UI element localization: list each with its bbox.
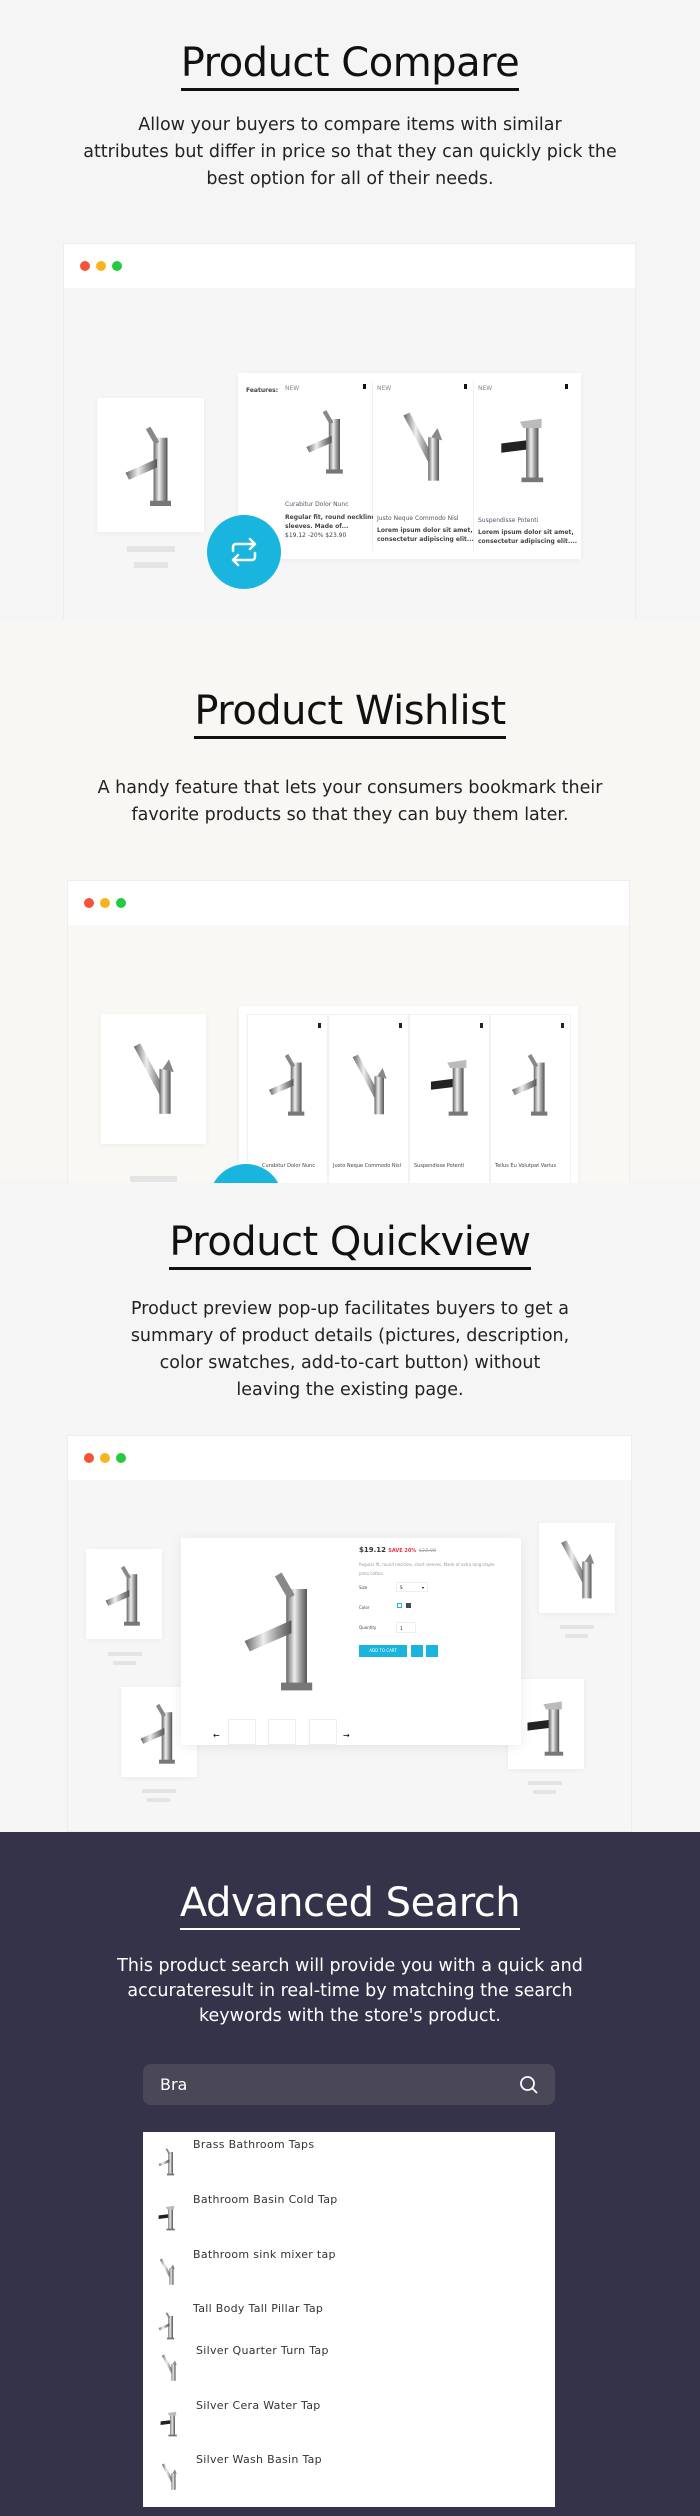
- product-card[interactable]: [86, 1549, 162, 1639]
- short-description: Regular fit, round neckline, short sleev…: [359, 1562, 495, 1576]
- delete-icon[interactable]: [565, 384, 568, 389]
- search-title: Advanced Search: [0, 1880, 700, 1930]
- delete-icon: [399, 1023, 402, 1028]
- wishlist-table: Curabitur Dolor Nunc Justo Neque Commodo…: [239, 1006, 578, 1192]
- faucet-image: [115, 416, 185, 512]
- wishlist-item[interactable]: Justo Neque Commodo Nisl: [328, 1014, 409, 1184]
- delete-icon: [318, 1023, 321, 1028]
- old-price: $23.90: [418, 1548, 437, 1554]
- compare-column[interactable]: NEW Curabitur Dolor Nunc Regular fit, roun…: [281, 381, 398, 551]
- wishlist-item[interactable]: Curabitur Dolor Nunc: [247, 1014, 328, 1184]
- browser-window: ← → $19.12 SAVE 20% $23.90 Regular fit, …: [67, 1435, 632, 1832]
- search-result-item[interactable]: Silver Wash Basin Tap: [143, 2447, 555, 2502]
- quickview-title: Product Quickview: [0, 1219, 700, 1270]
- thumbnail[interactable]: [268, 1719, 296, 1745]
- features-label: Features:: [246, 387, 279, 394]
- quickview-section: Product Quickview Product preview pop-up…: [0, 1183, 700, 1832]
- search-icon[interactable]: [519, 2075, 539, 2095]
- search-results: Brass Bathroom Taps Bathroom Basin Cold …: [143, 2132, 555, 2507]
- search-result-item[interactable]: Silver Cera Water Tap: [143, 2393, 555, 2448]
- search-input[interactable]: Bra: [143, 2064, 555, 2105]
- wishlist-title: Product Wishlist: [0, 688, 700, 739]
- delete-icon[interactable]: [464, 384, 467, 389]
- wishlist-item[interactable]: Tellus Eu Volutpat Varius: [490, 1014, 571, 1184]
- price: $19.12: [359, 1546, 387, 1554]
- compare-arrows-icon: [231, 537, 257, 567]
- search-section: Advanced Search This product search will…: [0, 1832, 700, 2516]
- quantity-stepper[interactable]: 1: [396, 1622, 416, 1633]
- compare-column[interactable]: NEW Suspendisse Potenti Lorem ipsum dolor …: [474, 381, 577, 551]
- thumbnail[interactable]: [228, 1719, 256, 1745]
- search-result-item[interactable]: Silver Quarter Turn Tap: [143, 2338, 555, 2393]
- thumbnail[interactable]: [309, 1719, 337, 1745]
- wishlist-button[interactable]: [426, 1645, 438, 1657]
- delete-icon[interactable]: [363, 384, 366, 389]
- wishlist-item[interactable]: Suspendisse Potenti: [409, 1014, 490, 1184]
- delete-icon: [480, 1023, 483, 1028]
- browser-bar: [64, 244, 635, 288]
- wishlist-section: Product Wishlist A handy feature that le…: [0, 620, 700, 1290]
- compare-column[interactable]: NEW Justo Neque Commodo Nisl Lorem ipsum d…: [373, 381, 476, 551]
- product-card[interactable]: [101, 1014, 206, 1144]
- color-swatch-dark[interactable]: [406, 1603, 411, 1608]
- next-arrow-icon[interactable]: →: [343, 1731, 350, 1740]
- main-product-image: [226, 1563, 336, 1693]
- compare-title: Product Compare: [0, 40, 700, 91]
- product-card[interactable]: [539, 1523, 615, 1613]
- prev-arrow-icon[interactable]: ←: [213, 1731, 220, 1740]
- color-swatch-white[interactable]: [397, 1603, 402, 1608]
- compare-button[interactable]: [207, 515, 281, 589]
- sale-badge: SAVE 20%: [388, 1548, 417, 1554]
- quickview-description: Product preview pop-up facilitates buyer…: [130, 1299, 570, 1400]
- search-result-item[interactable]: Bathroom sink mixer tap: [143, 2242, 555, 2297]
- browser-window: Features: NEW Curabitur Dolor Nunc Regular…: [63, 243, 636, 663]
- compare-section: Product Compare Allow your buyers to com…: [0, 0, 700, 663]
- compare-button[interactable]: [411, 1645, 423, 1657]
- compare-description: Allow your buyers to compare items with …: [83, 115, 617, 189]
- delete-icon: [561, 1023, 564, 1028]
- search-result-item[interactable]: Bathroom Basin Cold Tap: [143, 2187, 555, 2242]
- search-description: This product search will provide you wit…: [117, 1956, 583, 2026]
- search-result-item[interactable]: Brass Bathroom Taps: [143, 2132, 555, 2187]
- quickview-popup: ← → $19.12 SAVE 20% $23.90 Regular fit, …: [181, 1538, 521, 1745]
- compare-table: Features: NEW Curabitur Dolor Nunc Regular…: [238, 373, 581, 559]
- add-to-cart-button[interactable]: ADD TO CART: [359, 1645, 407, 1657]
- product-card[interactable]: [97, 398, 204, 532]
- wishlist-description: A handy feature that lets your consumers…: [97, 778, 603, 825]
- size-select[interactable]: S ▾: [396, 1582, 428, 1592]
